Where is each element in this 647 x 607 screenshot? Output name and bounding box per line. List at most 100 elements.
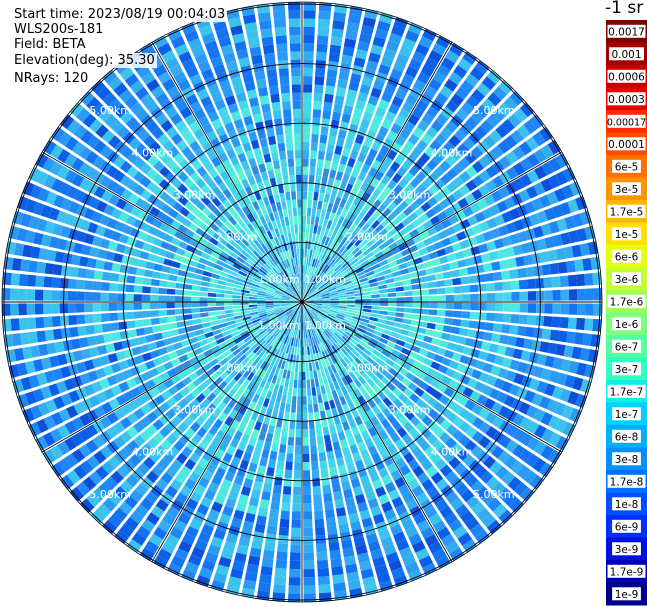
- range-bin: [167, 281, 177, 288]
- range-bin: [329, 399, 336, 409]
- range-bin: [92, 281, 102, 291]
- range-bin: [404, 296, 413, 302]
- range-bin: [277, 184, 285, 194]
- range-bin: [137, 336, 148, 345]
- range-bin: [371, 302, 380, 306]
- range-bin: [307, 354, 312, 364]
- range-bin: [158, 309, 168, 317]
- range-bin: [232, 308, 242, 313]
- range-bin: [43, 316, 53, 328]
- range-bin: [267, 77, 279, 87]
- range-bin: [255, 438, 265, 449]
- range-bin: [263, 153, 272, 163]
- range-ring-label: 1.00km: [304, 273, 346, 286]
- ppi-scan-plot: 1.00km2.00km3.00km4.00km5.00km1.00km2.00…: [1, 1, 603, 603]
- range-bin: [313, 92, 323, 102]
- range-bin: [272, 434, 281, 444]
- range-bin: [329, 549, 342, 560]
- range-bin: [290, 51, 301, 60]
- range-bin: [305, 355, 309, 364]
- range-bin: [121, 255, 132, 265]
- range-bin: [126, 275, 136, 284]
- range-bin: [318, 10, 331, 20]
- range-bin: [276, 134, 285, 144]
- range-bin: [129, 257, 140, 267]
- range-bin: [309, 224, 314, 234]
- range-bin: [266, 127, 275, 138]
- range-bin: [117, 293, 126, 302]
- range-bin: [296, 420, 302, 430]
- range-bin: [296, 182, 302, 192]
- range-bin: [275, 201, 282, 211]
- range-bin: [319, 184, 327, 194]
- range-bin: [304, 256, 307, 266]
- range-bin: [379, 288, 388, 294]
- range-bin: [95, 259, 105, 270]
- range-bin: [502, 281, 512, 291]
- range-bin: [171, 260, 181, 269]
- range-bin: [302, 338, 305, 348]
- range-bin: [248, 302, 257, 305]
- range-bin: [267, 458, 277, 469]
- range-bin: [335, 423, 344, 433]
- range-bin: [292, 354, 297, 364]
- range-bin: [295, 437, 302, 446]
- range-bin: [275, 559, 288, 569]
- range-bin: [145, 334, 155, 343]
- range-bin: [306, 215, 311, 225]
- range-bin: [592, 318, 602, 332]
- range-bin: [312, 395, 318, 405]
- range-bin: [282, 419, 289, 429]
- range-bin: [339, 438, 349, 449]
- range-bin: [248, 299, 257, 302]
- range-bin: [289, 43, 301, 52]
- range-bin: [43, 276, 53, 288]
- range-bin: [288, 166, 295, 176]
- colorbar-tick-label: 6e-7: [615, 341, 639, 353]
- colorbar-tick-label: 1.7e-6: [610, 296, 644, 308]
- range-bin: [322, 201, 329, 211]
- range-bin: [316, 35, 329, 45]
- range-bin: [184, 319, 194, 327]
- range-bin: [67, 291, 77, 301]
- range-bin: [452, 277, 462, 286]
- range-bin: [346, 296, 356, 300]
- range-bin: [281, 92, 291, 102]
- range-bin: [288, 577, 301, 586]
- range-bin: [135, 327, 146, 337]
- range-bin: [387, 306, 397, 312]
- range-bin: [84, 314, 94, 324]
- range-bin: [267, 425, 275, 435]
- range-bin: [287, 208, 293, 217]
- range-bin: [142, 318, 152, 327]
- range-bin: [421, 342, 431, 350]
- range-bin: [264, 119, 274, 129]
- range-bin: [574, 259, 584, 272]
- range-bin: [518, 279, 528, 290]
- range-bin: [255, 121, 265, 132]
- range-bin: [394, 281, 404, 287]
- range-bin: [287, 387, 293, 396]
- range-bin: [464, 337, 475, 347]
- range-bin: [191, 285, 201, 291]
- range-bin: [354, 292, 364, 297]
- range-bin: [273, 10, 286, 20]
- range-bin: [491, 261, 501, 271]
- range-bin: [428, 288, 438, 295]
- range-bin: [297, 256, 300, 266]
- range-bin: [125, 284, 135, 293]
- range-bin: [388, 297, 397, 302]
- range-bin: [334, 449, 343, 459]
- range-bin: [472, 339, 483, 349]
- range-bin: [163, 337, 173, 346]
- range-bin: [169, 267, 179, 275]
- range-bin: [426, 322, 436, 330]
- range-bin: [167, 316, 177, 323]
- range-bin: [338, 523, 350, 534]
- range-bin: [575, 317, 586, 331]
- range-bin: [143, 326, 154, 335]
- range-bin: [560, 289, 570, 301]
- range-bin: [332, 574, 345, 584]
- range-bin: [475, 330, 485, 340]
- range-bin: [308, 183, 314, 192]
